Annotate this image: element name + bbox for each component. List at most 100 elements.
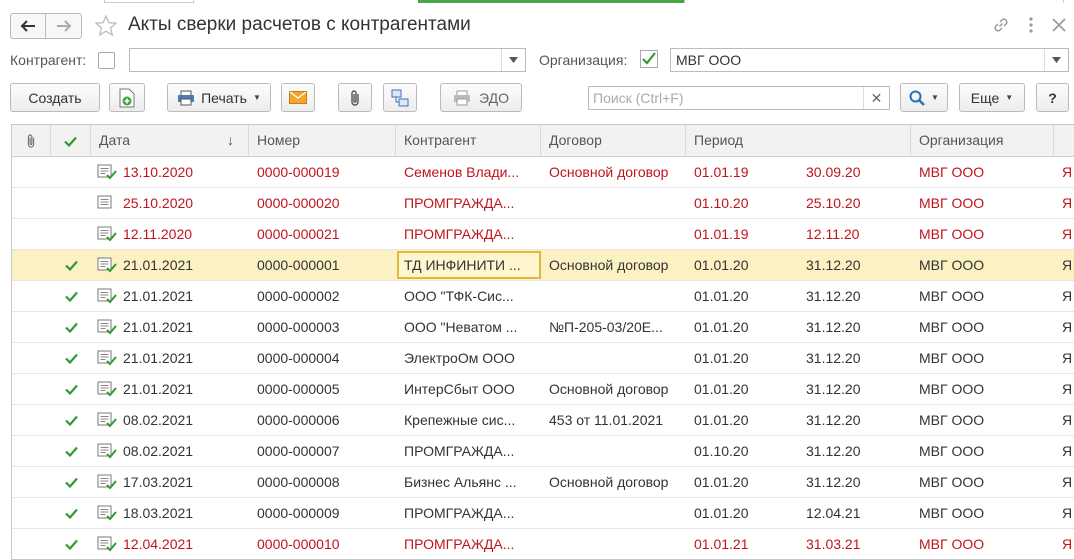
date-cell: 25.10.2020: [91, 188, 249, 218]
attachment-cell: [12, 467, 51, 497]
counterparty-cell[interactable]: Крепежные сис...: [396, 405, 541, 435]
counterparty-cell[interactable]: ПРОМГРАЖДА...: [396, 529, 541, 559]
period-from-cell: 01.10.20: [694, 443, 749, 459]
posted-column-header[interactable]: [51, 125, 91, 157]
table-row[interactable]: 17.03.2021 0000-000008 Бизнес Альянс ... Ос…: [12, 467, 1074, 498]
send-email-button[interactable]: [281, 83, 315, 112]
organization-checkbox[interactable]: [640, 50, 658, 68]
sort-arrow-icon: ↓: [227, 132, 234, 148]
counterparty-cell[interactable]: ЭлектроОм ООО: [396, 343, 541, 373]
counterparty-cell[interactable]: ПРОМГРАЖДА...: [396, 219, 541, 249]
attachment-cell: [12, 219, 51, 249]
organization-field[interactable]: МВГ ООО: [670, 48, 1069, 72]
counterparty-field[interactable]: [129, 48, 526, 72]
extra-cell: Я: [1062, 381, 1073, 397]
table-row[interactable]: 08.02.2021 0000-000007 ПРОМГРАЖДА... 01.10.…: [12, 436, 1074, 467]
table-row[interactable]: 21.01.2021 0000-000002 ООО "ТФК-Сис... 01.0…: [12, 281, 1074, 312]
edo-button[interactable]: ЭДО: [440, 83, 522, 112]
counterparty-cell[interactable]: ПРОМГРАЖДА...: [396, 188, 541, 218]
search-field[interactable]: Поиск (Ctrl+F) ✕: [588, 86, 890, 110]
contract-cell: Основной договор: [549, 257, 669, 273]
tab-active-indicator[interactable]: [418, 0, 684, 3]
counterparty-cell[interactable]: ПРОМГРАЖДА...: [396, 436, 541, 466]
more-vertical-icon[interactable]: [1020, 14, 1042, 36]
date-value: 13.10.2020: [123, 164, 194, 180]
counterparty-cell[interactable]: ИнтерСбыт ООО: [396, 374, 541, 404]
date-cell: 13.10.2020: [91, 157, 249, 187]
number-cell: 0000-000001: [257, 257, 340, 273]
create-copy-button[interactable]: [109, 83, 145, 112]
back-button[interactable]: [10, 13, 46, 39]
extra-cell: Я: [1062, 288, 1073, 304]
table-row[interactable]: 13.10.2020 0000-000019 Семенов Влади... Осн…: [12, 157, 1074, 188]
table-row[interactable]: 25.10.2020 0000-000020 ПРОМГРАЖДА... 01.10.…: [12, 188, 1074, 219]
table-row[interactable]: 12.04.2021 0000-000010 ПРОМГРАЖДА... 01.01.…: [12, 529, 1074, 559]
posted-check-icon: [64, 353, 78, 364]
search-button[interactable]: ▼: [900, 83, 948, 112]
table-row[interactable]: 12.11.2020 0000-000021 ПРОМГРАЖДА... 01.01.…: [12, 219, 1074, 250]
table-row[interactable]: 21.01.2021 0000-000004 ЭлектроОм ООО 01.01.…: [12, 343, 1074, 374]
number-cell: 0000-000019: [257, 164, 340, 180]
period-to-cell: 31.03.21: [806, 536, 861, 552]
help-button[interactable]: ?: [1036, 83, 1069, 112]
counterparty-cell[interactable]: ООО "Нeватом ...: [396, 312, 541, 342]
print-button[interactable]: Печать ▼: [167, 83, 271, 112]
posted-cell: [51, 436, 91, 466]
extra-cell: Я: [1062, 412, 1073, 428]
extra-cell: Я: [1062, 257, 1073, 273]
period-to-cell: 31.12.20: [806, 288, 861, 304]
tab-inactive[interactable]: [684, 0, 1064, 3]
link-icon[interactable]: [990, 14, 1012, 36]
column-header-date[interactable]: Дата ↓: [91, 125, 249, 157]
counterparty-cell[interactable]: ТД ИНФИНИТИ ...: [396, 250, 541, 280]
create-button[interactable]: Создать: [10, 83, 100, 112]
contract-cell: [541, 498, 686, 528]
more-button[interactable]: Еще ▼: [959, 83, 1025, 112]
column-header-organization[interactable]: Организация: [911, 125, 1054, 157]
contract-cell: Основной договор: [549, 474, 669, 490]
create-button-label: Создать: [28, 89, 82, 106]
table-row[interactable]: 21.01.2021 0000-000003 ООО "Нeватом ... №П-…: [12, 312, 1074, 343]
period-to-cell: 31.12.20: [806, 350, 861, 366]
tab-inactive[interactable]: [104, 0, 194, 3]
favorite-star-icon[interactable]: [94, 14, 118, 38]
counterparty-cell[interactable]: ПРОМГРАЖДА...: [396, 498, 541, 528]
document-posted-icon: [97, 443, 117, 459]
counterparty-checkbox[interactable]: [98, 52, 115, 69]
counterparty-label: Контрагент:: [10, 52, 87, 68]
edo-printer-icon: [454, 90, 471, 105]
posted-cell: [51, 157, 91, 187]
attachment-column-header[interactable]: [12, 125, 51, 157]
column-header-extra[interactable]: [1054, 125, 1074, 157]
table-row[interactable]: 08.02.2021 0000-000006 Крепежные сис... 453…: [12, 405, 1074, 436]
table-row[interactable]: 18.03.2021 0000-000009 ПРОМГРАЖДА... 01.01.…: [12, 498, 1074, 529]
period-from-cell: 01.01.20: [694, 505, 749, 521]
document-structure-icon: [391, 89, 409, 106]
clear-search-icon[interactable]: ✕: [863, 87, 889, 109]
number-cell: 0000-000005: [257, 381, 340, 397]
table-row[interactable]: 21.01.2021 0000-000005 ИнтерСбыт ООО Основн…: [12, 374, 1074, 405]
counterparty-cell[interactable]: Бизнес Альянс ...: [396, 467, 541, 497]
table-row[interactable]: 21.01.2021 0000-000001 ТД ИНФИНИТИ ... Осно…: [12, 250, 1074, 281]
chevron-down-icon[interactable]: [1044, 49, 1068, 71]
column-header-period[interactable]: Период: [686, 125, 911, 157]
extra-cell: Я: [1062, 350, 1073, 366]
edo-button-label: ЭДО: [479, 89, 509, 106]
arrow-right-icon: [56, 20, 71, 32]
column-header-contract[interactable]: Договор: [541, 125, 686, 157]
column-header-counterparty[interactable]: Контрагент: [396, 125, 541, 157]
related-documents-button[interactable]: [383, 83, 417, 112]
document-posted-icon: [97, 164, 117, 180]
attach-file-button[interactable]: [338, 83, 372, 112]
chevron-down-icon[interactable]: [501, 49, 525, 71]
counterparty-cell[interactable]: ООО "ТФК-Сис...: [396, 281, 541, 311]
column-header-number-label: Номер: [257, 132, 301, 148]
extra-cell: Я: [1062, 195, 1073, 211]
column-header-number[interactable]: Номер: [249, 125, 396, 157]
counterparty-cell[interactable]: Семенов Влади...: [396, 157, 541, 187]
document-posted-icon: [97, 288, 117, 304]
close-icon[interactable]: [1048, 14, 1070, 36]
paperclip-icon: [27, 134, 35, 148]
caret-down-icon: ▼: [1005, 93, 1014, 102]
forward-button[interactable]: [46, 13, 82, 39]
